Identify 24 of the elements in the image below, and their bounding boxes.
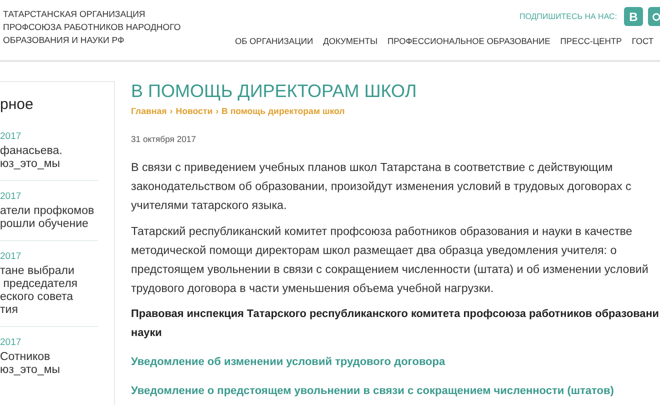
nav-link[interactable]: ДОКУМЕНТЫ <box>323 36 378 46</box>
news-date: 2017 <box>0 191 22 202</box>
breadcrumb-separator: › <box>170 106 173 116</box>
paragraph: В связи с приведением учебных планов школ Татарстана в соответствие с действующим законодательством об образовании, произойдут изменения условий в трудовых договорах с учителями татарского языка. <box>131 160 632 214</box>
paragraph: Татарский республиканский комитет профсоюза работников образования и науки в качестве методической помощи директорам школ размещает два образца уведомления учителя: о предстоящем увольнении в связи с сокращением численности (штата) и об изменении условий трудового договора в части уменьшения объема учебной нагрузки. <box>131 224 650 297</box>
news-date: 2017 <box>0 131 22 142</box>
page-title: В ПОМОЩЬ ДИРЕКТОРАМ ШКОЛ <box>131 81 418 102</box>
news-date: 2017 <box>0 251 22 262</box>
nav-link[interactable]: ПРЕСС-ЦЕНТР <box>560 36 622 46</box>
news-link[interactable]: атели профкомов рошли обучение <box>0 205 98 231</box>
news-link[interactable]: Сотников юз_это_мы <box>0 351 98 377</box>
camera-icon[interactable] <box>648 7 660 26</box>
nav-link[interactable]: ГОСТ <box>632 36 654 46</box>
nav-link[interactable]: ОБ ОРГАНИЗАЦИИ <box>235 36 314 46</box>
news-date: 2017 <box>0 337 22 348</box>
news-link[interactable]: тане выбрали председателя еского совета тия <box>0 265 98 317</box>
breadcrumb-separator: › <box>216 106 219 116</box>
news-link[interactable]: фанасьева. юз_это_мы <box>0 145 98 171</box>
paragraph: Правовая инспекция Татарского республиканского комитета профсоюза работников образовани науки <box>131 307 660 341</box>
subscribe-label: ПОДПИШИТЕСЬ НА НАС: <box>519 12 617 21</box>
nav-link[interactable]: ПРОФЕССИОНАЛЬНОЕ ОБРАЗОВАНИЕ <box>388 36 550 46</box>
sidebar-heading: рное <box>0 96 34 113</box>
article-date: 31 октября 2017 <box>131 134 197 144</box>
organization-name: ТАТАРСТАНСКАЯ ОРГАНИЗАЦИЯ ПРОФСОЮЗА РАБОТНИКОВ НАРОДНОГО ОБРАЗОВАНИЯ И НАУКИ РФ <box>2 8 182 47</box>
